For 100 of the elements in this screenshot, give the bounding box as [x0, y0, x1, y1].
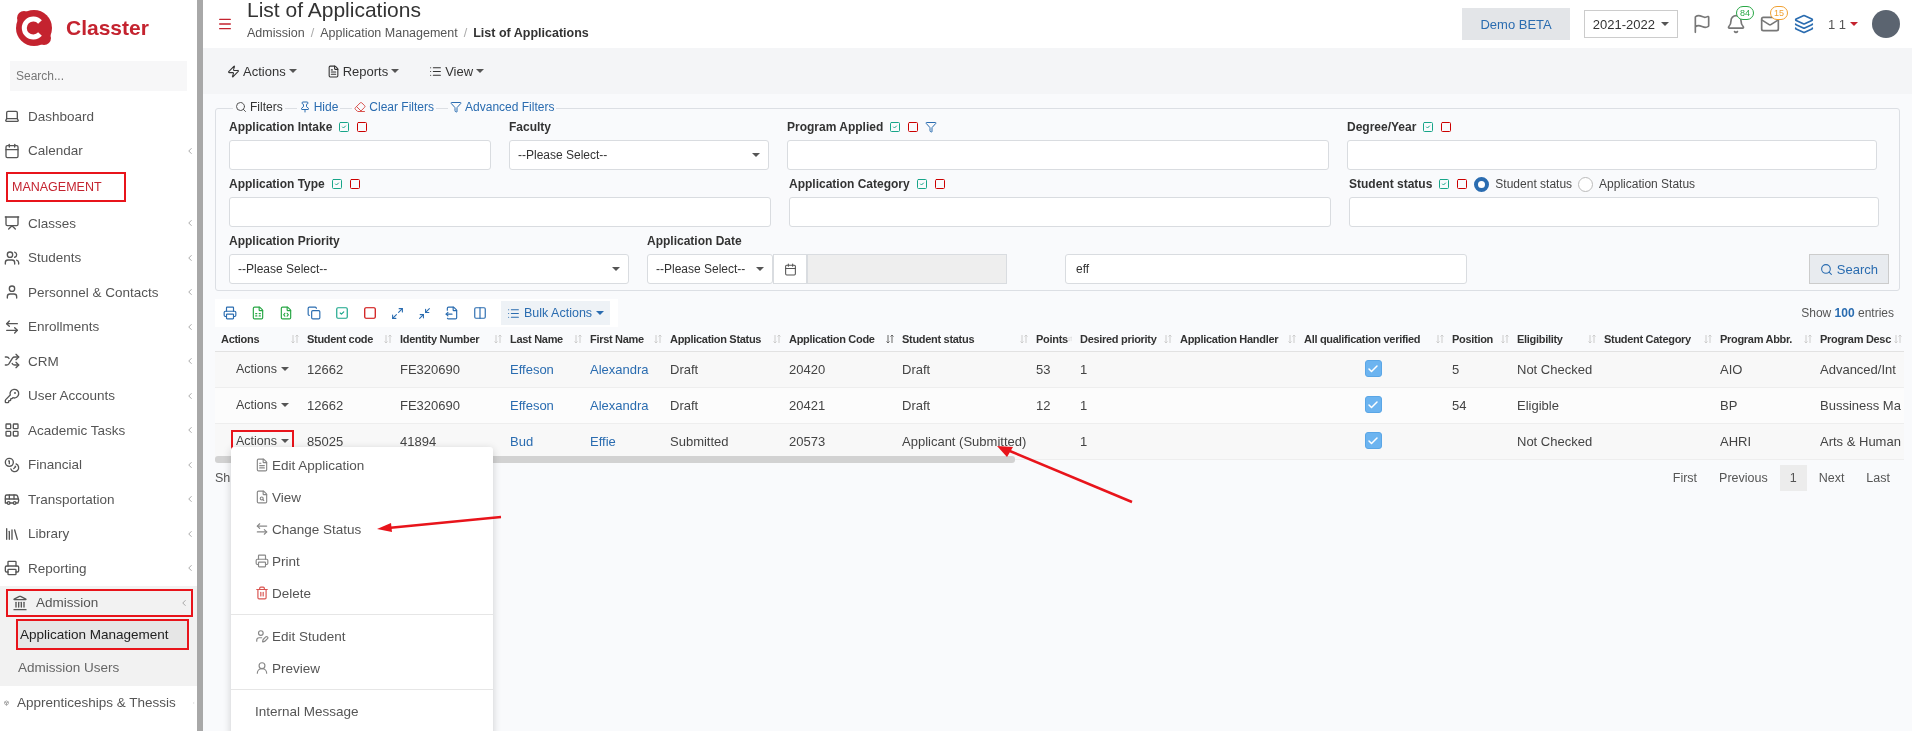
- checkbox[interactable]: [1364, 396, 1382, 414]
- demo-button[interactable]: Demo BETA: [1462, 8, 1570, 40]
- sidebar-item[interactable]: Classes: [0, 206, 197, 241]
- column-header[interactable]: Student Category: [1604, 332, 1691, 345]
- submenu-item[interactable]: Application Management: [16, 618, 189, 650]
- pagination-button[interactable]: First: [1662, 464, 1708, 491]
- text-field[interactable]: [1347, 140, 1877, 170]
- funnel-icon[interactable]: [925, 121, 938, 133]
- name-link[interactable]: Effie: [590, 433, 616, 449]
- name-link[interactable]: Effeson: [510, 361, 554, 377]
- square-toggle-icon[interactable]: [356, 121, 369, 133]
- name-link[interactable]: Alexandra: [590, 397, 649, 413]
- search-field[interactable]: Search...: [10, 61, 187, 91]
- column-header[interactable]: Program Desc: [1820, 332, 1891, 345]
- filter-link[interactable]: Filters: [233, 100, 285, 114]
- column-header[interactable]: Actions: [221, 332, 260, 345]
- toolbar-button[interactable]: View: [429, 59, 485, 83]
- actions-dropdown[interactable]: Actions: [231, 358, 294, 380]
- select-field[interactable]: --Please Select--: [509, 140, 769, 170]
- sidebar-item[interactable]: Library: [0, 516, 197, 551]
- radio-button[interactable]: [1474, 176, 1490, 192]
- submenu-item[interactable]: Admission Users: [0, 651, 197, 683]
- text-field[interactable]: [229, 140, 491, 170]
- menu-item[interactable]: Internal Message: [231, 695, 493, 727]
- pagination-button[interactable]: Previous: [1709, 464, 1778, 491]
- check-toggle-icon[interactable]: [915, 178, 928, 190]
- printer-icon[interactable]: [223, 306, 237, 320]
- select-field[interactable]: --Please Select--: [647, 254, 773, 284]
- select-field[interactable]: --Please Select--: [229, 254, 629, 284]
- check-toggle-icon[interactable]: [338, 121, 351, 133]
- sort-icon[interactable]: [886, 333, 894, 344]
- sidebar-item[interactable]: Personnel & Contacts: [0, 275, 197, 310]
- breadcrumb-link[interactable]: Application Management: [320, 26, 458, 40]
- pagination-button[interactable]: Last: [1856, 464, 1900, 491]
- bulk-actions-button[interactable]: Bulk Actions: [501, 301, 611, 325]
- spreadsheet-icon[interactable]: [251, 306, 265, 320]
- mail-icon[interactable]: [1759, 14, 1780, 34]
- filter-link[interactable]: Hide: [296, 100, 341, 114]
- filter-link[interactable]: Clear Filters: [352, 100, 437, 114]
- check-all-icon[interactable]: [335, 306, 349, 320]
- text-field[interactable]: [1349, 197, 1879, 227]
- column-header[interactable]: Application Handler: [1180, 332, 1279, 345]
- sidebar-item[interactable]: User Accounts: [0, 378, 197, 413]
- check-toggle-icon[interactable]: [1422, 121, 1435, 133]
- text-field[interactable]: eff: [1065, 254, 1467, 284]
- copy-icon[interactable]: [307, 306, 321, 320]
- square-toggle-icon[interactable]: [933, 178, 946, 190]
- menu-item[interactable]: Preview: [231, 652, 493, 684]
- column-header[interactable]: Position: [1452, 332, 1493, 345]
- column-header[interactable]: Student status: [902, 332, 975, 345]
- user-menu[interactable]: 1 1: [1827, 16, 1858, 32]
- text-field[interactable]: [229, 197, 771, 227]
- name-link[interactable]: Alexandra: [590, 361, 649, 377]
- sidebar-item[interactable]: Financial: [0, 447, 197, 482]
- menu-item[interactable]: Change Status: [231, 513, 493, 545]
- square-toggle-icon[interactable]: [1456, 178, 1469, 190]
- square-toggle-icon[interactable]: [348, 178, 361, 190]
- layers-icon[interactable]: [1793, 14, 1814, 34]
- column-header[interactable]: Eligibility: [1517, 332, 1563, 345]
- column-header[interactable]: Application Code: [789, 332, 875, 345]
- check-toggle-icon[interactable]: [1438, 178, 1451, 190]
- sidebar-item[interactable]: Calendar: [0, 133, 197, 168]
- bell-icon[interactable]: [1725, 14, 1746, 34]
- sidebar-item[interactable]: CRM: [0, 344, 197, 379]
- text-field[interactable]: [787, 140, 1329, 170]
- toolbar-button[interactable]: Reports: [326, 59, 400, 83]
- pagination-button[interactable]: 1: [1779, 464, 1807, 491]
- sidebar-item[interactable]: Admission: [6, 588, 193, 617]
- square-toggle-icon[interactable]: [1440, 121, 1453, 133]
- year-dropdown[interactable]: 2021-2022: [1583, 10, 1678, 38]
- columns-icon[interactable]: [473, 306, 487, 320]
- breadcrumb-link[interactable]: Admission: [247, 26, 305, 40]
- square-toggle-icon[interactable]: [907, 121, 920, 133]
- radio-button[interactable]: [1578, 176, 1594, 192]
- name-link[interactable]: Effeson: [510, 397, 554, 413]
- avatar[interactable]: [1872, 10, 1900, 38]
- csv-file-icon[interactable]: [279, 306, 293, 320]
- export-icon[interactable]: [445, 306, 459, 320]
- sidebar-item[interactable]: Enrollments: [0, 309, 197, 344]
- check-toggle-icon[interactable]: [889, 121, 902, 133]
- menu-item[interactable]: Delete: [231, 577, 493, 609]
- sidebar-item[interactable]: Transportation: [0, 482, 197, 517]
- column-header[interactable]: Points: [1036, 332, 1068, 345]
- uncheck-all-icon[interactable]: [363, 306, 377, 320]
- calendar-button[interactable]: [773, 254, 807, 284]
- check-toggle-icon[interactable]: [330, 178, 343, 190]
- checkbox[interactable]: [1364, 432, 1382, 450]
- column-header[interactable]: Student code: [307, 332, 374, 345]
- sidebar-item[interactable]: Academic Tasks: [0, 413, 197, 448]
- menu-item[interactable]: View: [231, 481, 493, 513]
- column-header[interactable]: Desired priority: [1080, 332, 1157, 345]
- filter-link[interactable]: Advanced Filters: [448, 100, 557, 114]
- column-header[interactable]: Last Name: [510, 332, 563, 345]
- menu-item[interactable]: Edit Student: [231, 620, 493, 652]
- column-header[interactable]: First Name: [590, 332, 644, 345]
- sidebar-item[interactable]: Dashboard: [0, 99, 197, 134]
- column-header[interactable]: Application Status: [670, 332, 762, 345]
- name-link[interactable]: Bud: [510, 433, 534, 449]
- toolbar-button[interactable]: Actions: [227, 59, 297, 83]
- checkbox[interactable]: [1364, 360, 1382, 378]
